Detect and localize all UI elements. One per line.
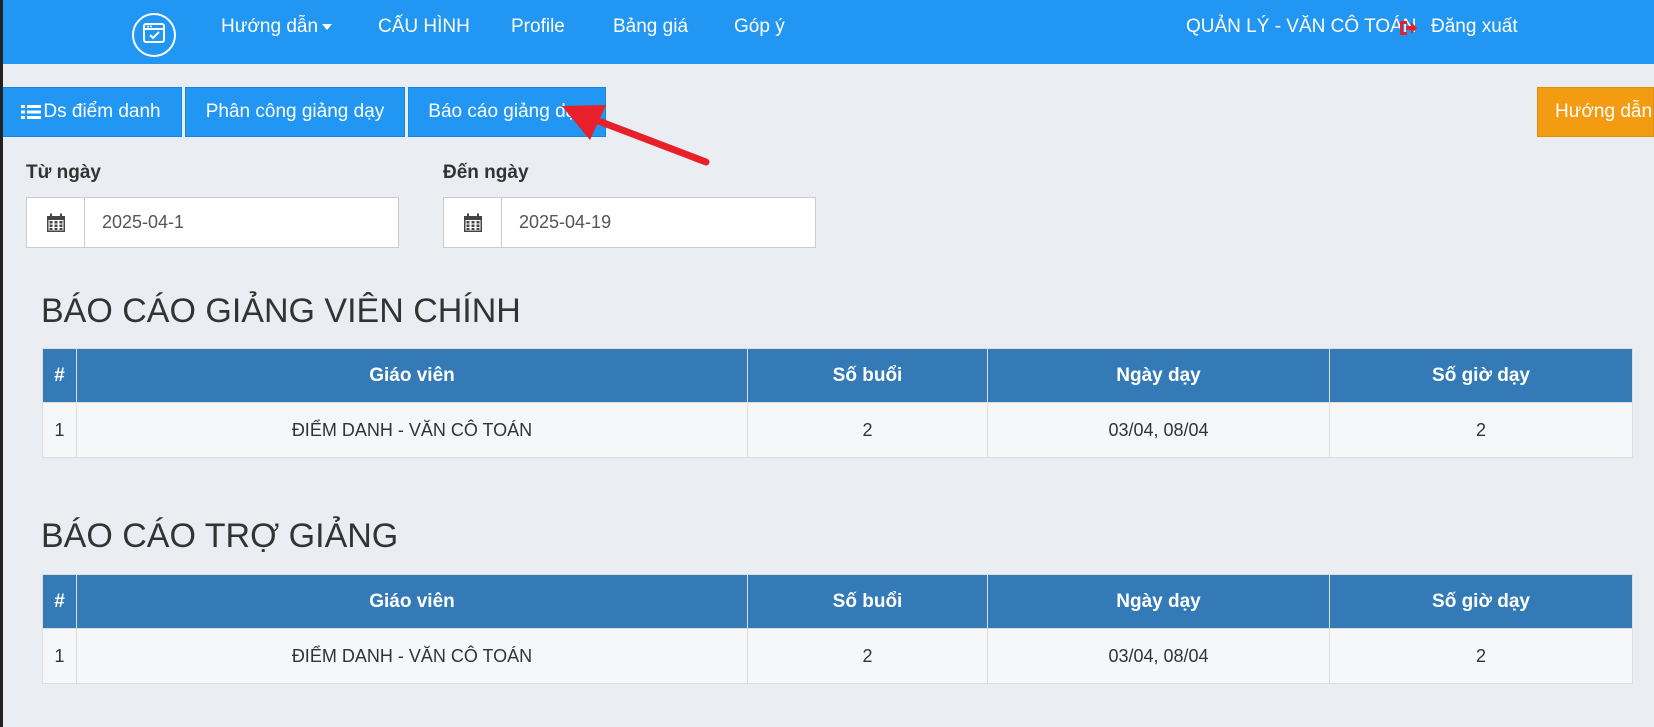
list-icon [21,104,42,120]
from-date-input[interactable] [85,198,398,247]
to-date-input[interactable] [502,198,815,247]
nav-cau-hinh[interactable]: CẤU HÌNH [378,16,470,38]
cell-num: 1 [42,628,77,684]
col-header-sessions: Số buổi [747,574,988,629]
table-row: 1 ĐIỂM DANH - VĂN CÔ TOÁN 2 03/04, 08/04… [42,628,1633,684]
tab-phan-cong-giang-day[interactable]: Phân công giảng dạy [185,87,405,137]
col-header-num: # [42,574,77,629]
main-report-title: BÁO CÁO GIẢNG VIÊN CHÍNH [41,292,521,330]
nav-gop-y[interactable]: Góp ý [734,16,785,38]
calendar-icon[interactable] [444,198,502,247]
top-navbar: Hướng dẫn CẤU HÌNH Profile Bảng giá Góp … [0,0,1654,64]
main-report-table: # Giáo viên Số buổi Ngày dạy Số giờ dạy … [42,348,1633,458]
to-date-label: Đến ngày [443,162,529,183]
col-header-num: # [42,348,77,403]
logout-link[interactable]: Đăng xuất [1431,16,1518,38]
tab-ds-diem-danh-label: Ds điểm danh [43,101,161,122]
table-header-row: # Giáo viên Số buổi Ngày dạy Số giờ dạy [42,574,1633,629]
cell-teacher: ĐIỂM DANH - VĂN CÔ TOÁN [76,628,748,684]
col-header-hours: Số giờ dạy [1329,348,1633,403]
calendar-check-icon [141,20,167,51]
to-date-field [443,197,816,248]
table-row: 1 ĐIỂM DANH - VĂN CÔ TOÁN 2 03/04, 08/04… [42,402,1633,458]
assistant-report-table: # Giáo viên Số buổi Ngày dạy Số giờ dạy … [42,574,1633,684]
tab-phan-cong-giang-day-label: Phân công giảng dạy [205,101,385,122]
from-date-field [26,197,399,248]
nav-profile[interactable]: Profile [511,16,565,38]
cell-num: 1 [42,402,77,458]
col-header-dates: Ngày dạy [987,574,1330,629]
window-edge [0,0,3,727]
annotation-arrow-icon [562,105,710,166]
cell-dates: 03/04, 08/04 [987,628,1330,684]
caret-down-icon [322,23,333,30]
guide-button[interactable]: Hướng dẫn [1537,87,1654,137]
guide-button-label: Hướng dẫn [1555,101,1653,122]
assistant-report-title: BÁO CÁO TRỢ GIẢNG [41,517,399,555]
col-header-teacher: Giáo viên [76,574,748,629]
cell-teacher: ĐIỂM DANH - VĂN CÔ TOÁN [76,402,748,458]
nav-bang-gia[interactable]: Bảng giá [613,16,688,38]
cell-hours: 2 [1329,628,1633,684]
nav-huong-dan-label: Hướng dẫn [221,16,319,37]
sign-out-icon[interactable] [1398,19,1418,37]
cell-sessions: 2 [747,628,988,684]
cell-sessions: 2 [747,402,988,458]
cell-hours: 2 [1329,402,1633,458]
col-header-sessions: Số buổi [747,348,988,403]
col-header-hours: Số giờ dạy [1329,574,1633,629]
col-header-teacher: Giáo viên [76,348,748,403]
col-header-dates: Ngày dạy [987,348,1330,403]
nav-huong-dan[interactable]: Hướng dẫn [221,16,333,38]
app-logo[interactable] [132,13,176,57]
calendar-icon[interactable] [27,198,85,247]
tab-ds-diem-danh[interactable]: Ds điểm danh [0,87,182,137]
cell-dates: 03/04, 08/04 [987,402,1330,458]
from-date-label: Từ ngày [26,162,101,183]
current-user: QUẢN LÝ - VĂN CÔ TOÁN [1186,16,1417,37]
table-header-row: # Giáo viên Số buổi Ngày dạy Số giờ dạy [42,348,1633,403]
